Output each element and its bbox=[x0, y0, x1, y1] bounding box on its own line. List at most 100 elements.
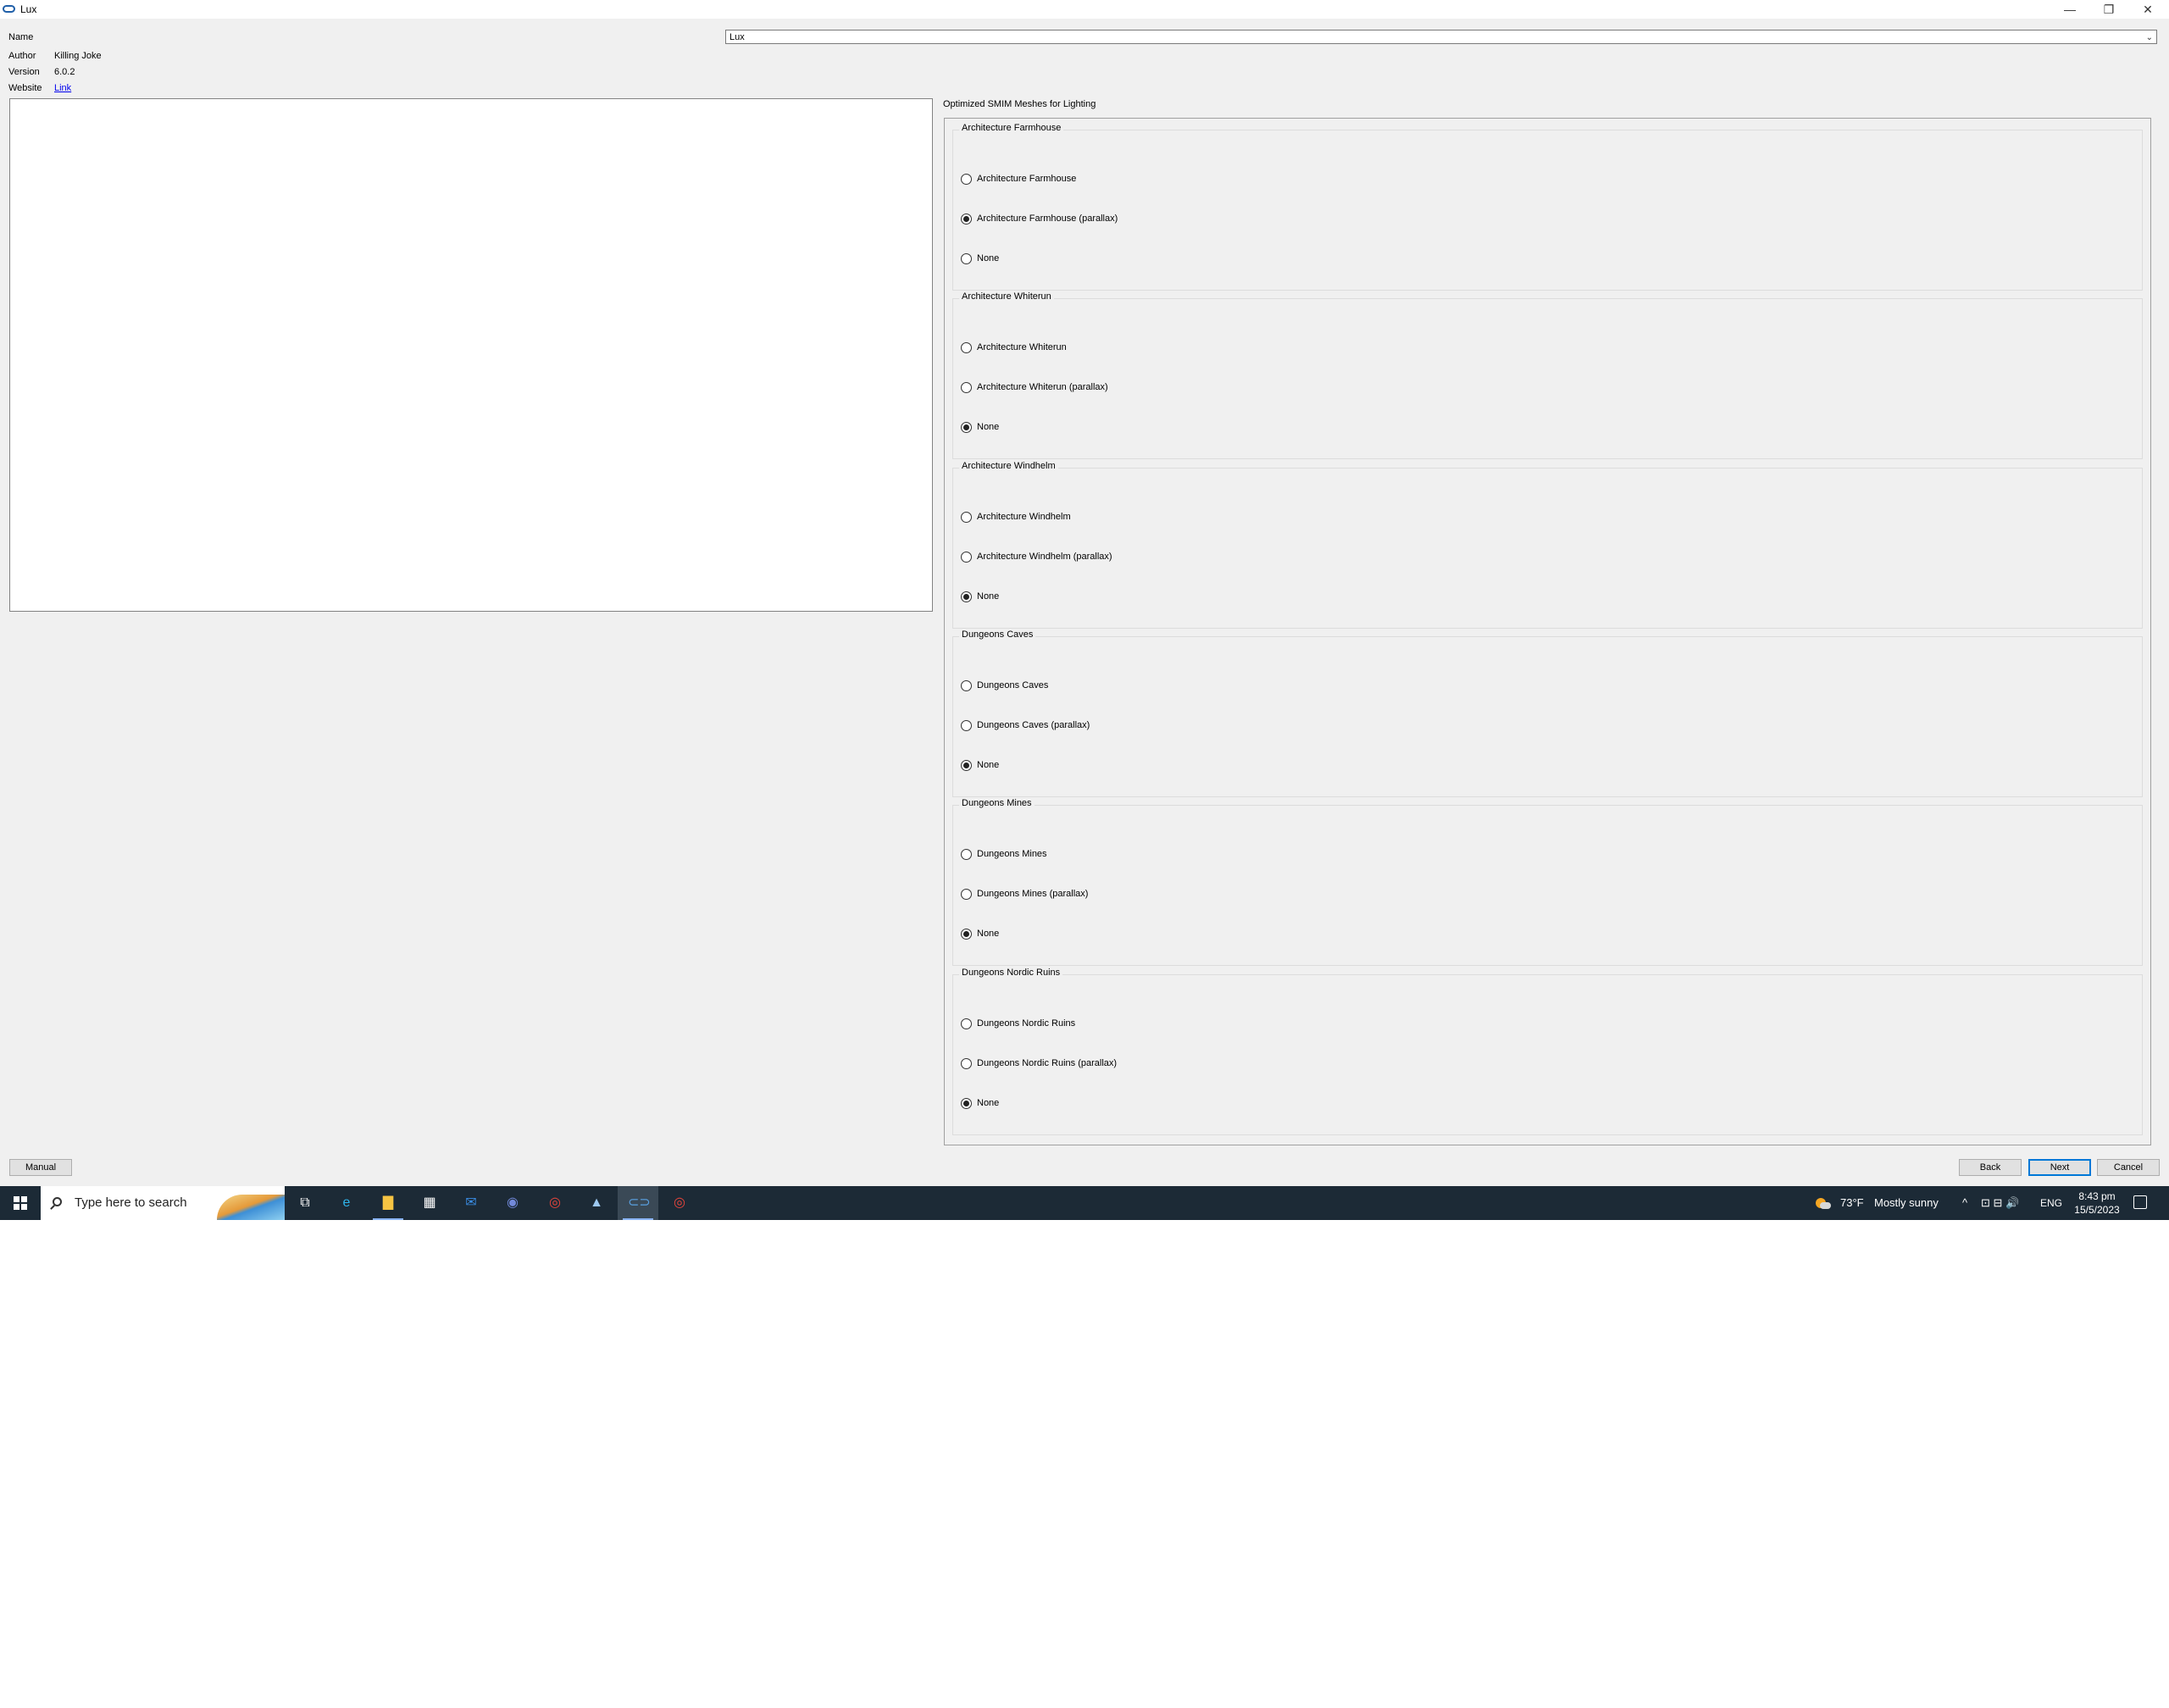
tray-chevron-icon[interactable]: ^ bbox=[1962, 1186, 1967, 1220]
cancel-button[interactable]: Cancel bbox=[2097, 1159, 2160, 1176]
radio-option[interactable]: Architecture Whiterun bbox=[961, 341, 1067, 354]
radio-unchecked-icon[interactable] bbox=[961, 551, 972, 563]
radio-option[interactable]: Architecture Windhelm bbox=[961, 510, 1071, 524]
radio-option[interactable]: Dungeons Caves bbox=[961, 679, 1048, 692]
version-value: 6.0.2 bbox=[54, 67, 75, 77]
radio-option-label: Dungeons Mines bbox=[977, 849, 1047, 859]
start-button[interactable] bbox=[0, 1186, 41, 1220]
weather-temp[interactable]: 73°F bbox=[1840, 1186, 1864, 1220]
radio-option-label: None bbox=[977, 253, 1000, 263]
app-icon[interactable]: ▲ bbox=[586, 1193, 607, 1213]
radio-unchecked-icon[interactable] bbox=[961, 173, 972, 185]
radio-option-label: Dungeons Nordic Ruins (parallax) bbox=[977, 1058, 1118, 1068]
option-group: Architecture Windhelm Architecture Windhe… bbox=[952, 461, 2143, 629]
radio-checked-icon[interactable] bbox=[961, 928, 972, 940]
radio-option-label: Architecture Windhelm (parallax) bbox=[977, 552, 1112, 562]
search-highlight-image bbox=[217, 1195, 285, 1220]
restore-button[interactable]: ❐ bbox=[2089, 0, 2128, 19]
radio-option[interactable]: None bbox=[961, 1096, 999, 1110]
weather-desc[interactable]: Mostly sunny bbox=[1874, 1186, 1939, 1220]
radio-option[interactable]: Architecture Whiterun (parallax) bbox=[961, 380, 1108, 394]
tray-network-volume-icons[interactable]: ⊡ ⊟ 🔊 bbox=[1981, 1186, 2019, 1220]
radio-option[interactable]: Dungeons Mines (parallax) bbox=[961, 887, 1088, 901]
installer-window: Lux — ❐ ✕ Name Lux ⌄ Author Killing Joke… bbox=[0, 0, 2169, 1186]
radio-option[interactable]: Architecture Farmhouse (parallax) bbox=[961, 212, 1118, 225]
radio-option-label: Dungeons Caves bbox=[977, 680, 1049, 690]
option-group-title: Architecture Whiterun bbox=[959, 291, 1054, 302]
radio-unchecked-icon[interactable] bbox=[961, 381, 972, 393]
taskbar: Type here to search ⧉ e ▇ ▦ ✉ ◉ ◎ ▲ ⊂⊃ ◎ 73°F Mos… bbox=[0, 1186, 2169, 1220]
radio-option-label: Architecture Whiterun (parallax) bbox=[977, 382, 1108, 392]
option-group-title: Dungeons Caves bbox=[959, 629, 1036, 640]
option-group: Architecture Farmhouse Architecture Farmh… bbox=[952, 123, 2143, 291]
mod-organizer-icon bbox=[3, 5, 15, 13]
radio-option[interactable]: None bbox=[961, 590, 999, 603]
radio-option[interactable]: Dungeons Caves (parallax) bbox=[961, 718, 1090, 732]
name-combobox[interactable]: Lux ⌄ bbox=[725, 30, 2157, 44]
name-combobox-value: Lux bbox=[729, 32, 745, 42]
option-group-title: Architecture Windhelm bbox=[959, 461, 1058, 471]
radio-option[interactable]: Architecture Windhelm (parallax) bbox=[961, 550, 1112, 563]
radio-option[interactable]: None bbox=[961, 420, 999, 434]
radio-option-label: Dungeons Caves (parallax) bbox=[977, 720, 1090, 730]
clock[interactable]: 8:43 pm 15/5/2023 bbox=[2067, 1190, 2127, 1217]
store-icon[interactable]: ▦ bbox=[419, 1193, 440, 1213]
close-button[interactable]: ✕ bbox=[2128, 0, 2167, 19]
notifications-icon[interactable] bbox=[2133, 1195, 2147, 1209]
radio-unchecked-icon[interactable] bbox=[961, 679, 972, 691]
edge-icon[interactable]: e bbox=[336, 1193, 357, 1213]
option-group: Dungeons Caves Dungeons Caves Dungeons Cav… bbox=[952, 629, 2143, 797]
chrome-profile-icon[interactable]: ◎ bbox=[669, 1193, 690, 1213]
radio-unchecked-icon[interactable] bbox=[961, 848, 972, 860]
radio-unchecked-icon[interactable] bbox=[961, 252, 972, 264]
option-group-title: Dungeons Nordic Ruins bbox=[959, 968, 1063, 978]
language-indicator[interactable]: ENG bbox=[2040, 1186, 2062, 1220]
minimize-button[interactable]: — bbox=[2050, 0, 2089, 19]
chrome-icon[interactable]: ◎ bbox=[545, 1193, 565, 1213]
radio-unchecked-icon[interactable] bbox=[961, 719, 972, 731]
radio-unchecked-icon[interactable] bbox=[961, 1057, 972, 1069]
radio-unchecked-icon[interactable] bbox=[961, 341, 972, 353]
clock-date: 15/5/2023 bbox=[2074, 1204, 2120, 1216]
weather-icon[interactable] bbox=[1816, 1196, 1831, 1210]
option-group: Dungeons Mines Dungeons Mines Dungeons Min… bbox=[952, 798, 2143, 966]
radio-checked-icon[interactable] bbox=[961, 591, 972, 602]
radio-option[interactable]: None bbox=[961, 927, 999, 940]
radio-unchecked-icon[interactable] bbox=[961, 1018, 972, 1029]
task-view-icon[interactable]: ⧉ bbox=[295, 1193, 315, 1213]
radio-option[interactable]: Architecture Farmhouse bbox=[961, 172, 1076, 186]
author-value: Killing Joke bbox=[54, 51, 102, 61]
radio-checked-icon[interactable] bbox=[961, 421, 972, 433]
radio-unchecked-icon[interactable] bbox=[961, 888, 972, 900]
name-label: Name bbox=[8, 32, 34, 42]
radio-option-label: Architecture Windhelm bbox=[977, 512, 1071, 522]
option-group: Dungeons Nordic Ruins Dungeons Nordic Rui… bbox=[952, 968, 2143, 1135]
radio-unchecked-icon[interactable] bbox=[961, 511, 972, 523]
radio-checked-icon[interactable] bbox=[961, 213, 972, 225]
next-button[interactable]: Next bbox=[2028, 1159, 2091, 1176]
radio-checked-icon[interactable] bbox=[961, 759, 972, 771]
discord-icon[interactable]: ◉ bbox=[502, 1193, 523, 1213]
mod-organizer-icon[interactable]: ⊂⊃ bbox=[623, 1193, 653, 1220]
mail-icon[interactable]: ✉ bbox=[461, 1193, 481, 1213]
radio-option-label: None bbox=[977, 1098, 1000, 1108]
radio-checked-icon[interactable] bbox=[961, 1097, 972, 1109]
file-explorer-icon[interactable]: ▇ bbox=[373, 1193, 403, 1220]
option-group-title: Dungeons Mines bbox=[959, 798, 1035, 808]
radio-option[interactable]: None bbox=[961, 252, 999, 265]
option-group: Architecture Whiterun Architecture Whiter… bbox=[952, 291, 2143, 459]
website-link[interactable]: Link bbox=[54, 83, 71, 93]
radio-option[interactable]: None bbox=[961, 758, 999, 772]
description-panel[interactable] bbox=[9, 98, 933, 612]
taskbar-search[interactable]: Type here to search bbox=[41, 1186, 285, 1220]
radio-option[interactable]: Dungeons Nordic Ruins (parallax) bbox=[961, 1056, 1117, 1070]
radio-option-label: Dungeons Nordic Ruins bbox=[977, 1018, 1076, 1029]
radio-option[interactable]: Dungeons Nordic Ruins bbox=[961, 1017, 1075, 1030]
title-bar[interactable]: Lux — ❐ ✕ bbox=[0, 0, 2169, 19]
chevron-down-icon[interactable]: ⌄ bbox=[2146, 30, 2153, 45]
radio-option-label: Architecture Farmhouse (parallax) bbox=[977, 214, 1118, 224]
manual-button[interactable]: Manual bbox=[9, 1159, 72, 1176]
radio-option[interactable]: Dungeons Mines bbox=[961, 847, 1047, 861]
back-button[interactable]: Back bbox=[1959, 1159, 2022, 1176]
website-label: Website bbox=[8, 83, 42, 93]
